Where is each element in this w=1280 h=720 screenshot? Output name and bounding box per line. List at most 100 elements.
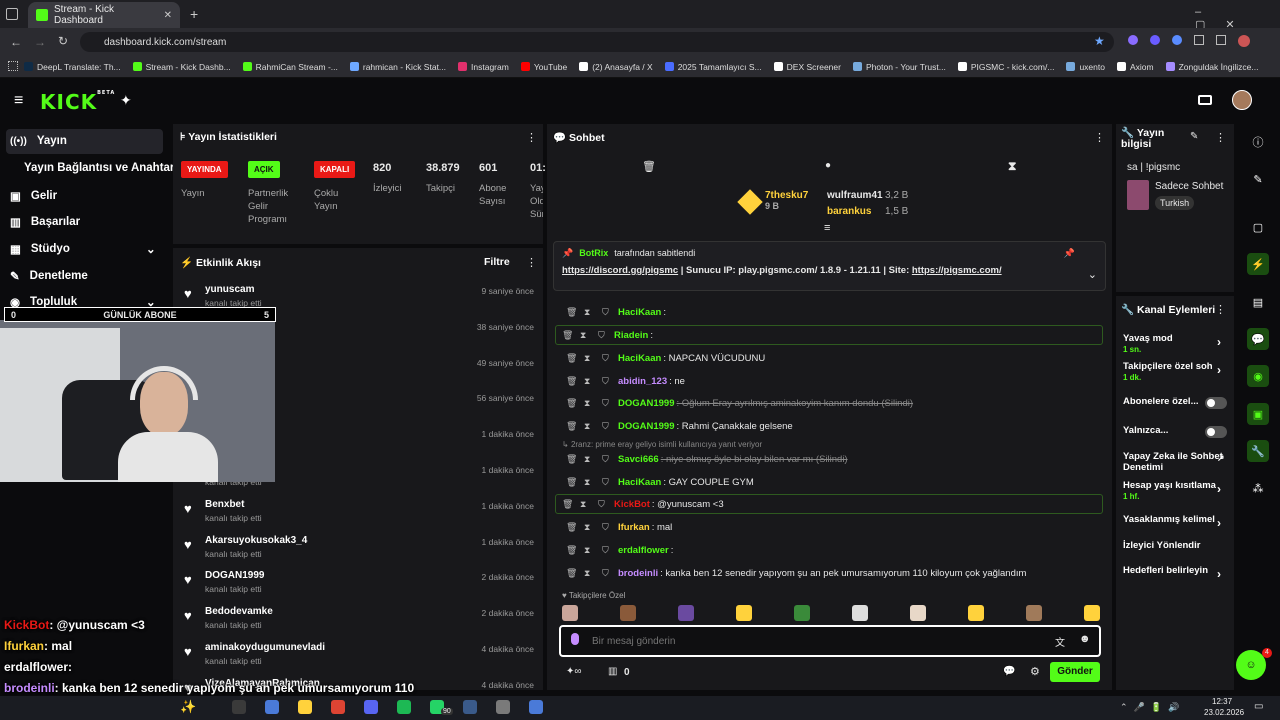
chat-message[interactable]: 🗑 ⧗ ⛉ HaciKaan: (560, 302, 1105, 322)
bookmark-item[interactable]: rahmican - Kick Stat... (349, 62, 446, 72)
translate-icon[interactable]: 文 (1055, 634, 1065, 649)
chat-message[interactable]: 🗑 ⧗ ⛉ Riadein: (555, 325, 1103, 345)
channel-action-item[interactable]: Hesap yaşı kısıtlama 1 hf. (1123, 480, 1228, 502)
channel-action-item[interactable]: İzleyici Yönlendir (1123, 540, 1228, 551)
unpin-icon[interactable]: 📌 (1064, 248, 1075, 259)
chat-message[interactable]: 🗑 ⧗ ⛉ erdalflower: (560, 540, 1105, 560)
chat-username[interactable]: HaciKaan (618, 307, 661, 318)
collapse-leaders-icon[interactable]: ≡ (824, 222, 830, 234)
chat-message[interactable]: 🗑 ⧗ ⛉ DOGAN1999: Oğlum Eray ayrılmış aminak… (560, 393, 1105, 413)
bookmark-star-icon[interactable]: ★ (1094, 34, 1105, 48)
bookmark-item[interactable]: Stream - Kick Dashb... (132, 62, 231, 72)
delete-message-icon[interactable]: 🗑 (566, 353, 577, 364)
chat-username[interactable]: Ifurkan (618, 522, 650, 533)
bookmark-item[interactable]: (2) Anasayfa / X (579, 62, 653, 72)
leader-1[interactable]: 7thesku7 9 B (765, 190, 808, 212)
leader-3[interactable]: barankus (827, 206, 871, 217)
url-field[interactable]: dashboard.kick.com/stream (80, 32, 1114, 52)
bolt-tool-icon[interactable]: ⚡ (1247, 253, 1269, 275)
emote-icon[interactable] (968, 605, 984, 621)
chat-message[interactable]: 🗑 ⧗ ⛉ abidin_123: ne (560, 371, 1105, 391)
points-icon[interactable]: ✦∞ (566, 666, 582, 677)
hamburger-menu-icon[interactable]: ≡ (14, 92, 23, 110)
sidebar-item-basarilar[interactable]: ▥ Başarılar (10, 215, 80, 229)
channel-action-item[interactable]: Yasaklanmış kelimel (1123, 514, 1228, 525)
delete-message-icon[interactable]: 🗑 (562, 499, 573, 510)
delete-message-icon[interactable]: 🗑 (566, 307, 577, 318)
kick-logo[interactable]: KICKBETA (40, 90, 115, 114)
studio-toggle-icon[interactable] (1198, 95, 1212, 105)
chat-message[interactable]: 🗑 ⧗ ⛉ brodeinli: kanka ben 12 senedir yapıy… (560, 563, 1105, 583)
ban-shield-icon[interactable]: ⛉ (602, 477, 612, 488)
chat-username[interactable]: HaciKaan (618, 477, 661, 488)
delete-message-icon[interactable]: 🗑 (566, 376, 577, 387)
timeout-icon[interactable]: ⧗ (584, 454, 594, 465)
ban-shield-icon[interactable]: ⛉ (602, 421, 612, 432)
chat-username[interactable]: Savci666 (618, 454, 659, 465)
delete-message-icon[interactable]: 🗑 (566, 398, 577, 409)
chat-message[interactable]: 🗑 ⧗ ⛉ Ifurkan: mal (560, 517, 1105, 537)
timeout-icon[interactable]: ⧗ (584, 376, 594, 387)
media-tool-icon[interactable]: ▣ (1247, 403, 1269, 425)
tray-icons[interactable]: ⌃🎤🔋🔊 (1120, 702, 1185, 713)
wrench-tool-icon[interactable]: 🔧 (1247, 440, 1269, 462)
chat-username[interactable]: erdalflower (618, 545, 669, 556)
chat-message[interactable]: 🗑 ⧗ ⛉ KickBot: @yunuscam <3 (555, 494, 1103, 514)
info-menu-icon[interactable]: ⋮ (1215, 131, 1226, 144)
chat-tool-icon[interactable]: 💬 (1247, 328, 1269, 350)
channel-action-item[interactable]: Hedefleri belirleyin (1123, 565, 1228, 576)
category-name[interactable]: Sadece Sohbet (1155, 181, 1223, 192)
bookmark-item[interactable]: Axiom (1116, 62, 1154, 72)
toggle-switch[interactable] (1205, 397, 1227, 409)
sidebar-item-yayin[interactable]: ((•)) Yayın (10, 135, 67, 147)
chevron-right-icon[interactable]: › (1217, 363, 1221, 377)
delete-message-icon[interactable]: 🗑 (566, 522, 577, 533)
chat-message[interactable]: 🗑 ⧗ ⛉ Savci666: niye olmuş öyle bi olay bil… (560, 449, 1105, 469)
steam-icon[interactable] (463, 700, 477, 714)
new-tab-button[interactable]: + (190, 6, 198, 22)
trash-tab-icon[interactable]: 🗑 (642, 160, 656, 173)
chat-username[interactable]: DOGAN1999 (618, 421, 675, 432)
timeout-icon[interactable]: ⧗ (580, 499, 590, 510)
chat-username[interactable]: Riadein (614, 330, 648, 341)
broadcast-tool-icon[interactable]: ◉ (1247, 365, 1269, 387)
ban-shield-icon[interactable]: ⛉ (602, 545, 612, 556)
sidebar-item-denetleme[interactable]: ✎ Denetleme (10, 269, 88, 283)
chat-tab-icon[interactable]: ● (825, 160, 831, 171)
bookmark-item[interactable]: Zonguldak İngilizce... (1165, 62, 1258, 72)
timeout-icon[interactable]: ⧗ (584, 568, 594, 579)
ban-shield-icon[interactable]: ⛉ (602, 376, 612, 387)
chat-username[interactable]: brodeinli (618, 568, 658, 579)
channel-action-item[interactable]: Yapay Zeka ile Sohbet Denetimi (1123, 451, 1228, 473)
timeout-icon[interactable]: ⧗ (584, 545, 594, 556)
bookmark-item[interactable]: DeepL Translate: Th... (24, 62, 121, 72)
delete-message-icon[interactable]: 🗑 (562, 330, 573, 341)
ban-shield-icon[interactable]: ⛉ (602, 522, 612, 533)
bookmark-item[interactable]: DEX Screener (773, 62, 841, 72)
chevron-right-icon[interactable]: › (1217, 482, 1221, 496)
sidebar-item-stream-key[interactable]: Yayın Bağlantısı ve Anahtarı (24, 162, 178, 174)
app-icon[interactable] (529, 700, 543, 714)
gift-icon[interactable]: ▥ (608, 666, 617, 677)
browser-tab[interactable]: Stream - Kick Dashboard ✕ (28, 2, 180, 28)
chat-options-icon[interactable]: 💬 (1003, 666, 1015, 677)
timeout-icon[interactable]: ⧗ (584, 353, 594, 364)
notification-icon[interactable]: ▭ (1254, 701, 1263, 712)
activity-user[interactable]: Bedodevamke (205, 606, 273, 617)
reload-icon[interactable]: ↻ (58, 34, 68, 48)
ban-shield-icon[interactable]: ⛉ (602, 307, 612, 318)
timeout-icon[interactable]: ⧗ (584, 421, 594, 432)
chat-message[interactable]: 🗑 ⧗ ⛉ HaciKaan: NAPCAN VÜCUDUNU (560, 348, 1105, 368)
discord-icon[interactable] (364, 700, 378, 714)
info-circle-icon[interactable]: ⓘ (1247, 131, 1269, 153)
expand-pinned-icon[interactable]: ⌄ (1088, 268, 1097, 281)
bookmark-item[interactable]: uxento (1066, 62, 1105, 72)
emote-icon[interactable] (910, 605, 926, 621)
community-tool-icon[interactable]: ⁂ (1247, 477, 1269, 499)
timeout-icon[interactable]: ⧗ (584, 398, 594, 409)
edit-tool-icon[interactable]: ✎ (1247, 168, 1269, 190)
chat-message[interactable]: 🗑 ⧗ ⛉ DOGAN1999: Rahmi Çanakkale gelsene (560, 416, 1105, 436)
pin-icon[interactable]: ✦ (120, 92, 132, 109)
chat-message[interactable]: 🗑 ⧗ ⛉ HaciKaan: GAY COUPLE GYM (560, 472, 1105, 492)
activity-menu-icon[interactable]: ⋮ (526, 256, 537, 269)
